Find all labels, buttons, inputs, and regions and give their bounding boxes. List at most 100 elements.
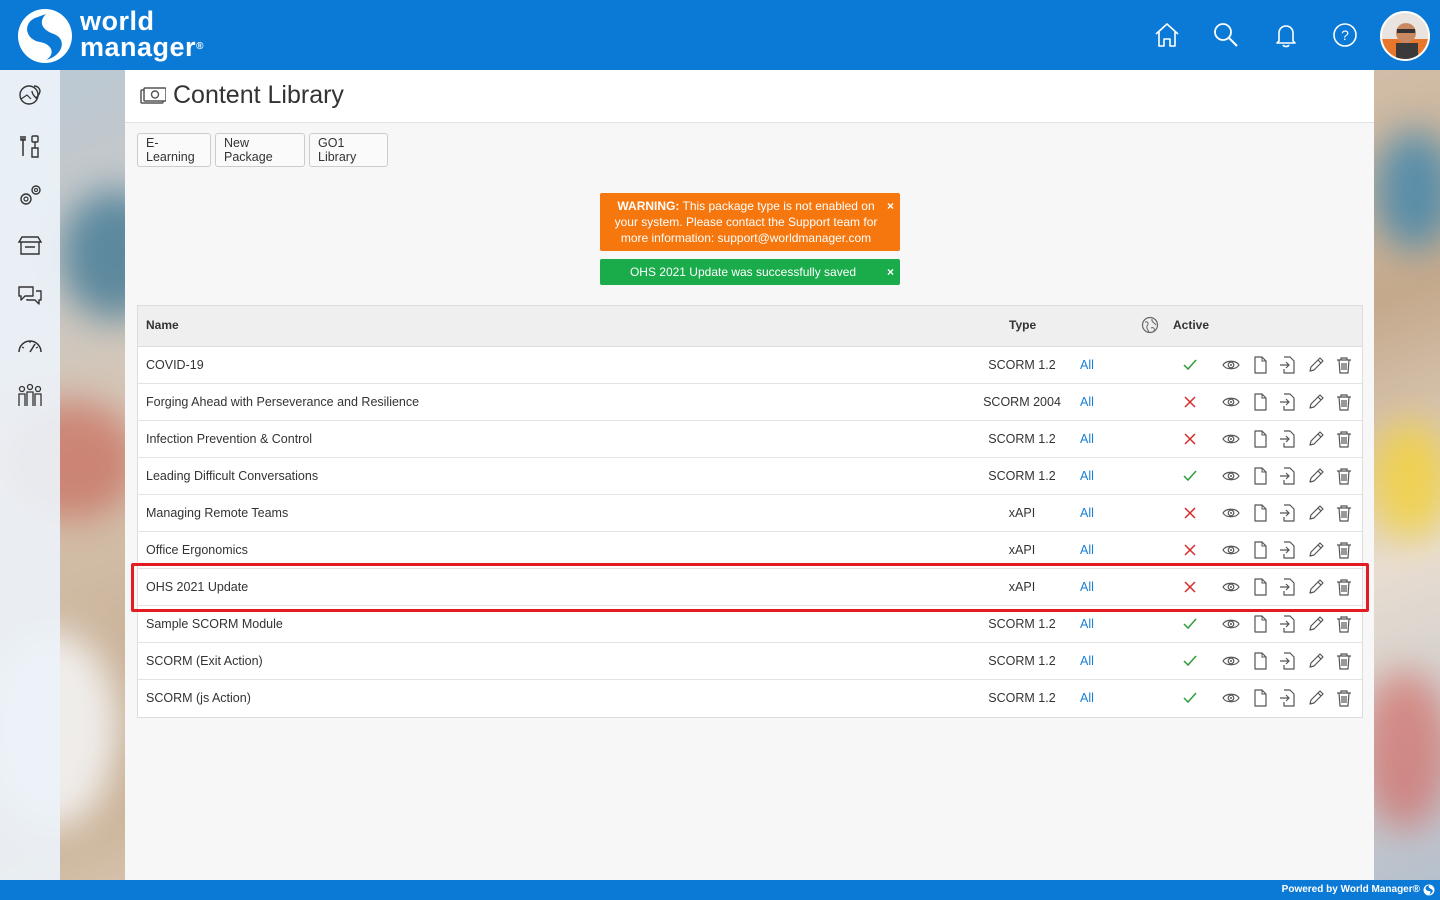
view-icon[interactable] — [1222, 467, 1240, 485]
row-scope-link[interactable]: All — [1080, 691, 1094, 705]
active-check-icon[interactable] — [1182, 468, 1198, 484]
row-scope-link[interactable]: All — [1080, 543, 1094, 557]
success-text: OHS 2021 Update was successfully saved — [629, 265, 857, 279]
tab-new-package[interactable]: New Package — [215, 133, 305, 167]
world-manager-logo[interactable]: world manager® — [14, 6, 244, 66]
copy-icon[interactable] — [1251, 504, 1269, 522]
view-icon[interactable] — [1222, 652, 1240, 670]
export-icon[interactable] — [1279, 652, 1297, 670]
inactive-x-icon[interactable] — [1182, 542, 1198, 558]
chat-icon[interactable] — [16, 282, 44, 310]
export-icon[interactable] — [1279, 504, 1297, 522]
view-icon[interactable] — [1222, 504, 1240, 522]
footer-bar: Powered by World Manager® — [0, 880, 1440, 900]
copy-icon[interactable] — [1251, 430, 1269, 448]
row-scope-link[interactable]: All — [1080, 395, 1094, 409]
search-icon[interactable] — [1211, 20, 1241, 50]
row-scope-link[interactable]: All — [1080, 617, 1094, 631]
store-icon[interactable] — [16, 232, 44, 260]
gears-icon[interactable] — [16, 182, 44, 210]
map-pin-icon[interactable] — [16, 82, 44, 110]
view-icon[interactable] — [1222, 393, 1240, 411]
edit-icon[interactable] — [1307, 467, 1325, 485]
edit-icon[interactable] — [1307, 541, 1325, 559]
export-icon[interactable] — [1279, 356, 1297, 374]
row-scope-link[interactable]: All — [1080, 506, 1094, 520]
view-icon[interactable] — [1222, 430, 1240, 448]
warning-close-button[interactable]: × — [887, 198, 894, 214]
copy-icon[interactable] — [1251, 652, 1269, 670]
table-row[interactable]: Managing Remote Teams xAPI All — [138, 495, 1362, 532]
export-icon[interactable] — [1279, 467, 1297, 485]
view-icon[interactable] — [1222, 615, 1240, 633]
edit-icon[interactable] — [1307, 356, 1325, 374]
export-icon[interactable] — [1279, 393, 1297, 411]
copy-icon[interactable] — [1251, 356, 1269, 374]
inactive-x-icon[interactable] — [1182, 505, 1198, 521]
footer-logo-icon — [1423, 884, 1435, 896]
view-icon[interactable] — [1222, 356, 1240, 374]
header-active[interactable]: Active — [1173, 318, 1209, 332]
header-name[interactable]: Name — [146, 318, 179, 332]
row-type: SCORM 1.2 — [988, 469, 1056, 483]
active-check-icon[interactable] — [1182, 653, 1198, 669]
edit-icon[interactable] — [1307, 689, 1325, 707]
active-check-icon[interactable] — [1182, 690, 1198, 706]
copy-icon[interactable] — [1251, 689, 1269, 707]
export-icon[interactable] — [1279, 541, 1297, 559]
row-name: Forging Ahead with Perseverance and Resi… — [146, 395, 420, 409]
success-close-button[interactable]: × — [887, 259, 894, 285]
tab-go1-library[interactable]: GO1 Library — [309, 133, 388, 167]
edit-icon[interactable] — [1307, 393, 1325, 411]
edit-icon[interactable] — [1307, 430, 1325, 448]
tab-e-learning[interactable]: E-Learning — [137, 133, 211, 167]
dashboard-icon[interactable] — [16, 332, 44, 360]
active-check-icon[interactable] — [1182, 357, 1198, 373]
content-library-icon — [140, 87, 166, 104]
tools-icon[interactable] — [16, 132, 44, 160]
view-icon[interactable] — [1222, 541, 1240, 559]
delete-icon[interactable] — [1335, 504, 1353, 522]
help-icon[interactable]: ? — [1330, 20, 1360, 50]
bell-icon[interactable] — [1271, 20, 1301, 50]
table-row[interactable]: SCORM (Exit Action) SCORM 1.2 All — [138, 643, 1362, 680]
edit-icon[interactable] — [1307, 652, 1325, 670]
copy-icon[interactable] — [1251, 467, 1269, 485]
edit-icon[interactable] — [1307, 504, 1325, 522]
delete-icon[interactable] — [1335, 430, 1353, 448]
row-scope-link[interactable]: All — [1080, 432, 1094, 446]
copy-icon[interactable] — [1251, 541, 1269, 559]
delete-icon[interactable] — [1335, 467, 1353, 485]
delete-icon[interactable] — [1335, 393, 1353, 411]
export-icon[interactable] — [1279, 689, 1297, 707]
inactive-x-icon[interactable] — [1182, 394, 1198, 410]
table-row[interactable]: COVID-19 SCORM 1.2 All — [138, 347, 1362, 384]
view-icon[interactable] — [1222, 689, 1240, 707]
logo-reg: ® — [196, 41, 204, 52]
copy-icon[interactable] — [1251, 615, 1269, 633]
inactive-x-icon[interactable] — [1182, 431, 1198, 447]
edit-icon[interactable] — [1307, 615, 1325, 633]
delete-icon[interactable] — [1335, 615, 1353, 633]
row-scope-link[interactable]: All — [1080, 469, 1094, 483]
export-icon[interactable] — [1279, 615, 1297, 633]
table-row[interactable]: Infection Prevention & Control SCORM 1.2 A… — [138, 421, 1362, 458]
header-type[interactable]: Type — [1009, 318, 1036, 332]
copy-icon[interactable] — [1251, 393, 1269, 411]
logo-line2: manager — [80, 32, 197, 62]
delete-icon[interactable] — [1335, 689, 1353, 707]
table-row[interactable]: Forging Ahead with Perseverance and Resi… — [138, 384, 1362, 421]
user-avatar[interactable] — [1380, 11, 1430, 61]
table-row[interactable]: Leading Difficult Conversations SCORM 1.2… — [138, 458, 1362, 495]
export-icon[interactable] — [1279, 430, 1297, 448]
delete-icon[interactable] — [1335, 541, 1353, 559]
home-icon[interactable] — [1152, 20, 1182, 50]
row-scope-link[interactable]: All — [1080, 358, 1094, 372]
delete-icon[interactable] — [1335, 356, 1353, 374]
delete-icon[interactable] — [1335, 652, 1353, 670]
row-scope-link[interactable]: All — [1080, 654, 1094, 668]
content-table: Name Type Active COVID-19 SCORM 1.2 All For… — [137, 305, 1363, 718]
table-row[interactable]: SCORM (js Action) SCORM 1.2 All — [138, 680, 1362, 717]
active-check-icon[interactable] — [1182, 616, 1198, 632]
people-icon[interactable] — [16, 382, 44, 410]
